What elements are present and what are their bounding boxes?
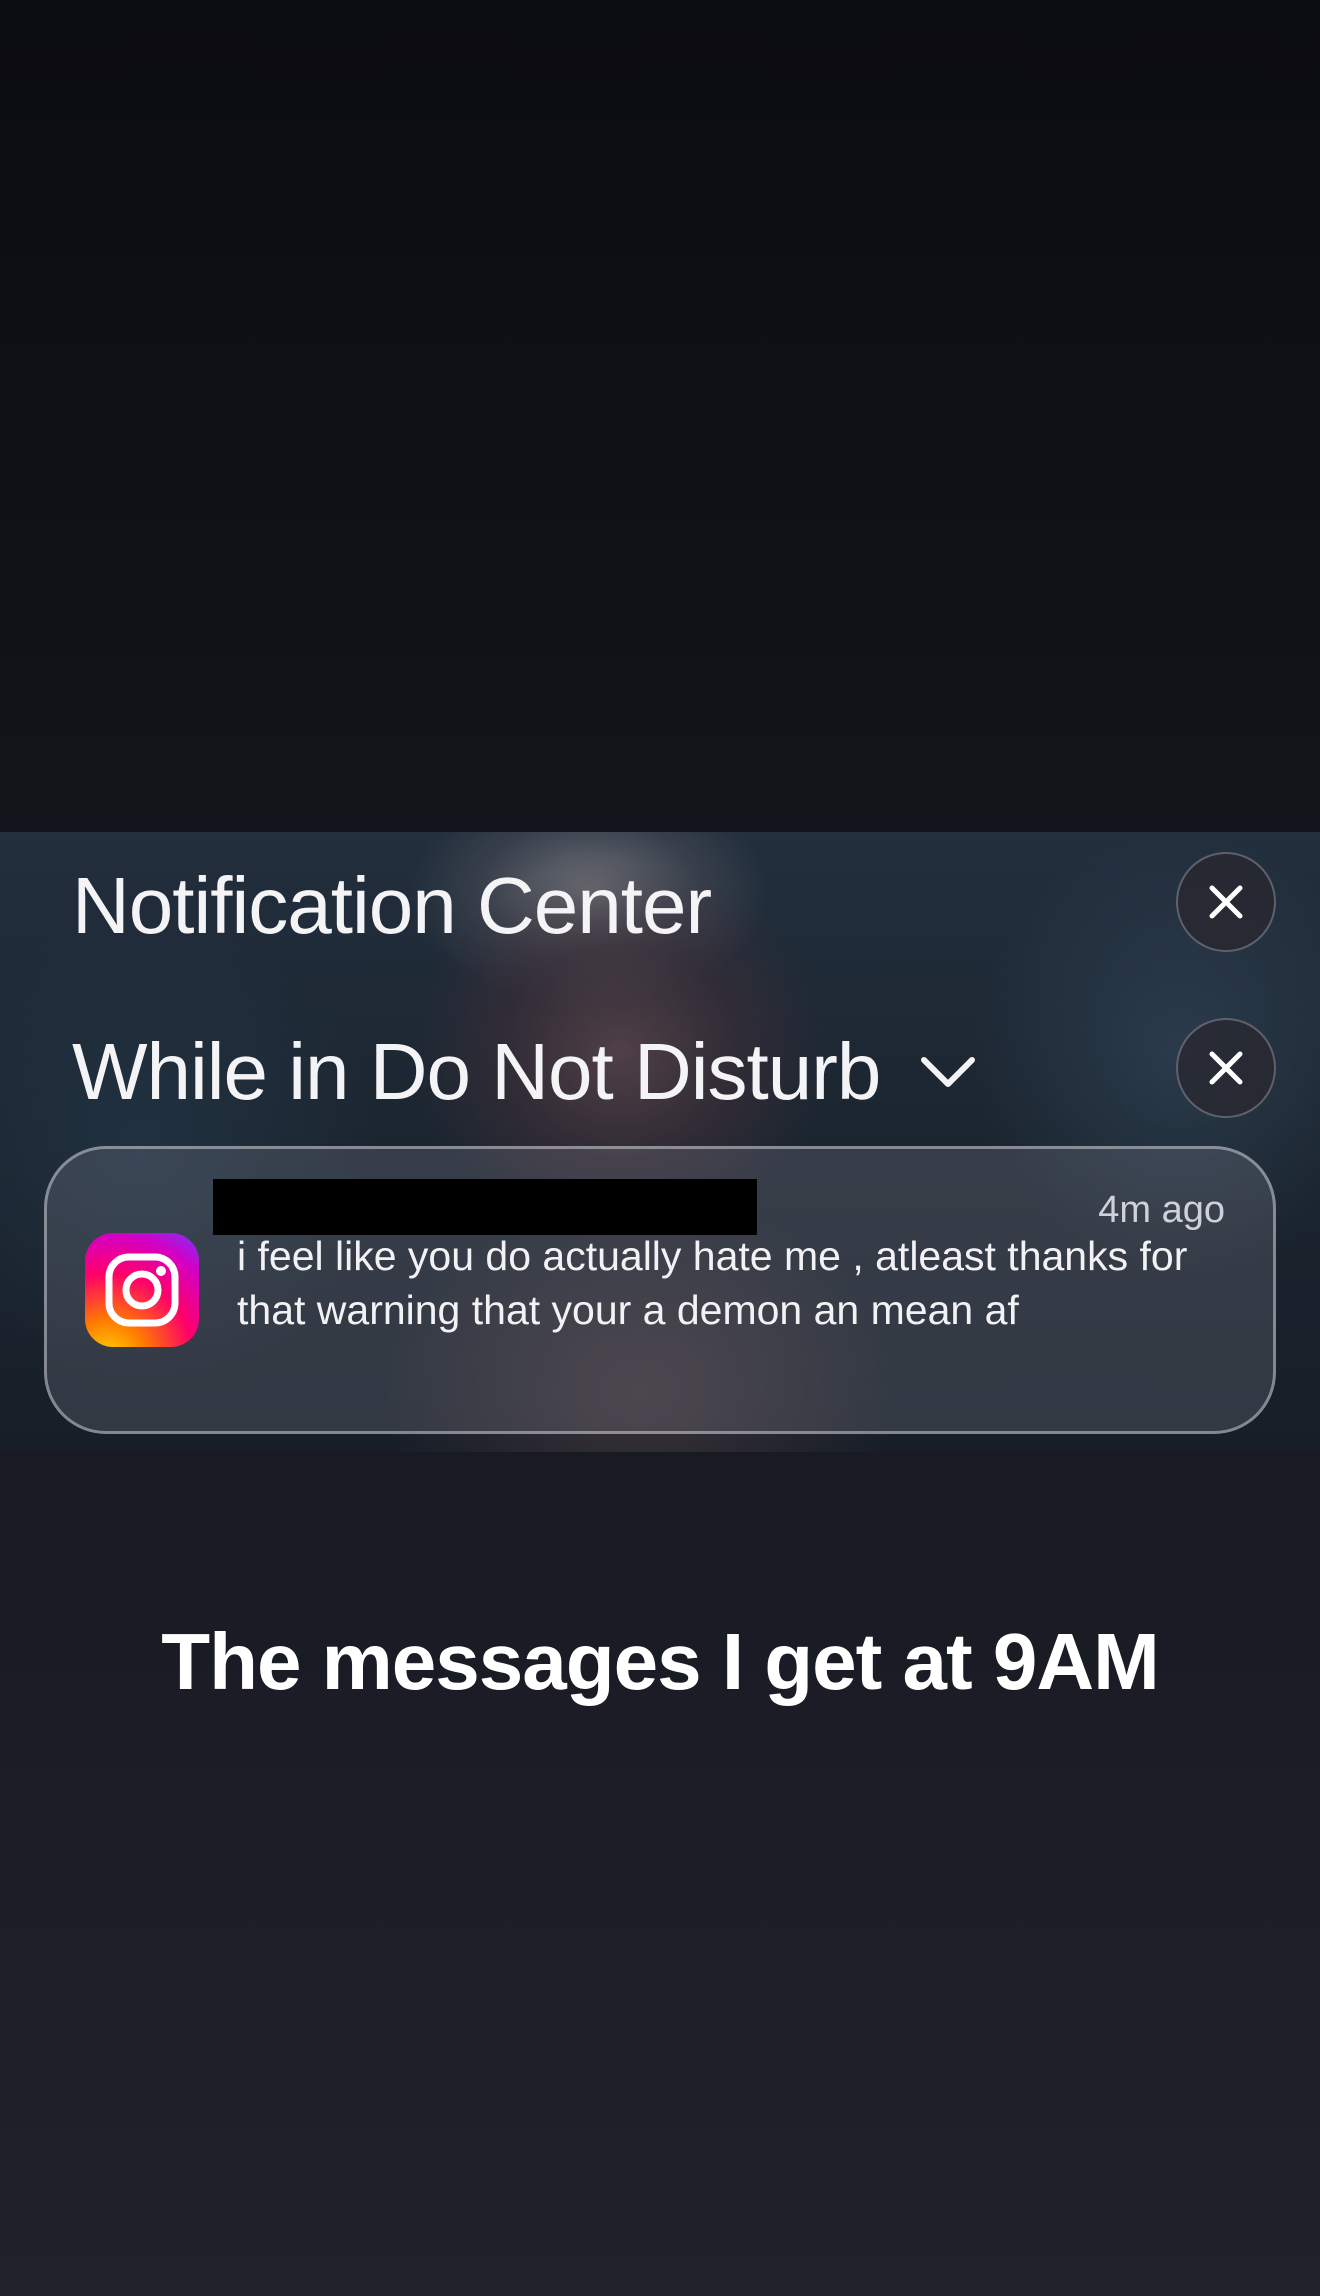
- dnd-section-title: While in Do Not Disturb: [72, 1027, 881, 1116]
- notification-card[interactable]: 4m ago i feel like you do actually hate …: [44, 1146, 1276, 1434]
- chevron-down-icon: [921, 1057, 976, 1087]
- redacted-sender-name: [213, 1179, 757, 1235]
- dnd-section-header[interactable]: While in Do Not Disturb: [72, 1026, 978, 1118]
- notification-message: i feel like you do actually hate me , at…: [237, 1233, 1188, 1333]
- close-icon: [1209, 885, 1243, 919]
- clear-all-button[interactable]: [1176, 852, 1276, 952]
- notification-center-title: Notification Center: [72, 861, 712, 950]
- notification-timestamp: 4m ago: [1098, 1189, 1225, 1231]
- caption-text: The messages I get at 9AM: [161, 1617, 1160, 1706]
- notification-center-screenshot: Notification Center While in Do Not Dist…: [0, 832, 1320, 1452]
- clear-section-button[interactable]: [1176, 1018, 1276, 1118]
- close-icon: [1209, 1051, 1243, 1085]
- instagram-icon: [85, 1233, 199, 1347]
